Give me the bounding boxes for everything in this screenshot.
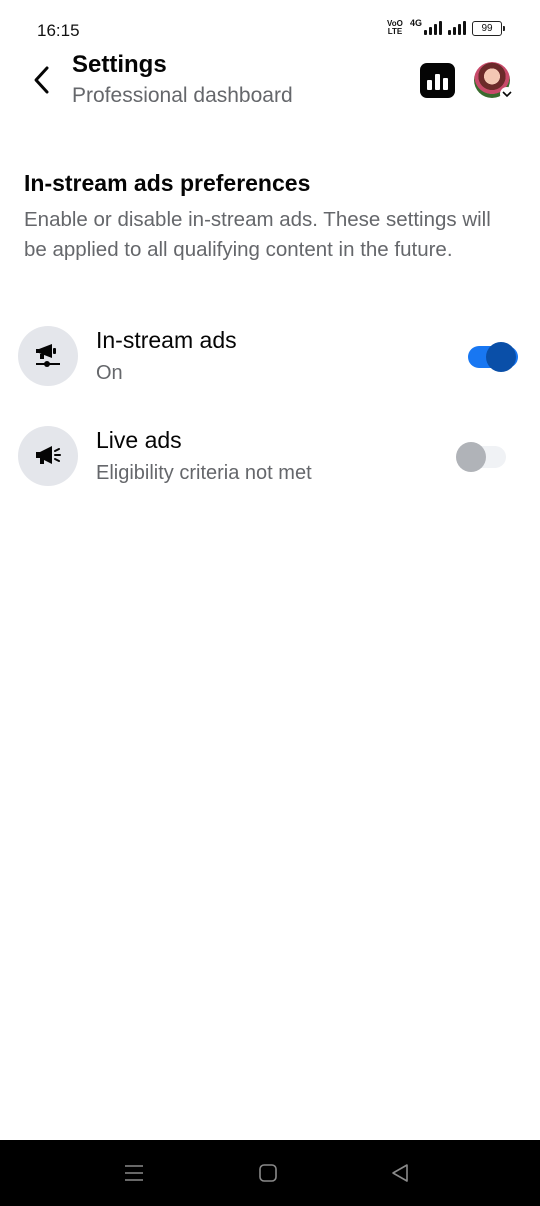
square-icon [259, 1164, 277, 1182]
chevron-down-icon [500, 87, 514, 101]
network-type-label: 4G [409, 18, 422, 28]
live-ads-toggle[interactable] [456, 442, 506, 472]
setting-status: Eligibility criteria not met [96, 462, 312, 484]
avatar[interactable] [474, 62, 514, 101]
chevron-left-icon [34, 66, 49, 94]
setting-title: Live ads [96, 427, 182, 453]
setting-status: On [96, 362, 123, 384]
menu-icon [125, 1165, 143, 1181]
home-button[interactable] [256, 1162, 280, 1184]
back-button[interactable] [24, 62, 60, 98]
toggle-knob [456, 442, 486, 472]
megaphone-icon [18, 426, 78, 486]
volte-indicator: VoO LTE [386, 20, 404, 36]
setting-row-live-ads[interactable]: Live ads Eligibility criteria not met [0, 420, 540, 500]
in-stream-ads-icon [18, 326, 78, 386]
page-subtitle: Professional dashboard [72, 84, 293, 107]
battery-icon: 99 [472, 20, 505, 36]
in-stream-ads-toggle[interactable] [468, 342, 518, 372]
signal-icon [424, 21, 442, 35]
status-icons: VoO LTE 4G 99 [386, 18, 505, 36]
section-title: In-stream ads preferences [24, 170, 311, 196]
nav-back-button[interactable] [388, 1162, 412, 1184]
header: Settings Professional dashboard [0, 46, 540, 116]
triangle-back-icon [392, 1164, 408, 1182]
status-bar: 16:15 VoO LTE 4G 99 [0, 0, 540, 46]
toggle-knob [486, 342, 516, 372]
battery-level: 99 [481, 22, 493, 34]
system-nav-bar [0, 1140, 540, 1206]
bar-chart-icon [427, 80, 432, 90]
setting-row-in-stream-ads[interactable]: In-stream ads On [0, 320, 540, 400]
volte-bottom-label: LTE [387, 27, 403, 36]
recents-button[interactable] [122, 1162, 146, 1184]
signal-icon-2 [448, 21, 466, 35]
status-time: 16:15 [37, 21, 80, 40]
section-description: Enable or disable in-stream ads. These s… [24, 208, 491, 261]
page-title: Settings [72, 51, 167, 78]
setting-title: In-stream ads [96, 327, 237, 353]
insights-button[interactable] [420, 63, 455, 98]
